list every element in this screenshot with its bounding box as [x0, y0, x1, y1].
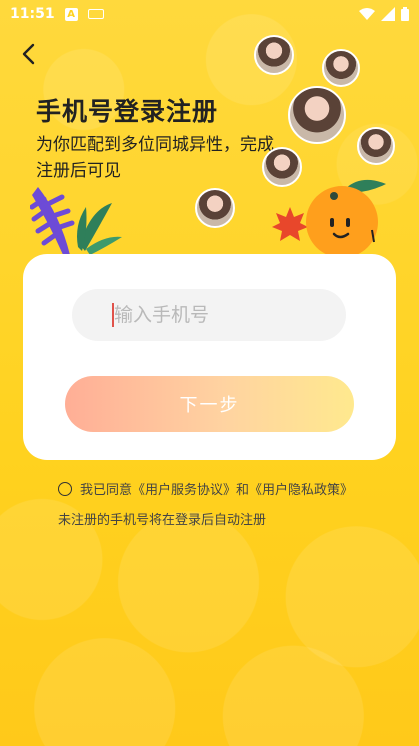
next-button[interactable]: 下一步 — [65, 376, 354, 432]
agree-radio[interactable] — [58, 481, 72, 496]
text-caret — [112, 303, 114, 327]
user-agreement-link[interactable]: 《用户服务协议》 — [132, 479, 236, 498]
status-bar: 11:51 A — [0, 0, 419, 28]
avatar — [322, 49, 360, 87]
signal-icon — [381, 7, 395, 21]
agree-and: 和 — [236, 483, 250, 498]
status-time: 11:51 — [10, 6, 55, 22]
leaf-icon — [30, 187, 122, 257]
avatar — [262, 147, 302, 187]
agree-prefix: 我已同意 — [80, 483, 133, 498]
avatar — [357, 127, 395, 165]
avatar — [195, 188, 235, 228]
back-button[interactable] — [14, 40, 42, 68]
orange-mascot-icon — [306, 179, 386, 258]
page-subtitle: 为你匹配到多位同城异性，完成注册后可见 — [36, 135, 274, 181]
notification-a-icon: A — [64, 7, 78, 21]
privacy-policy-link[interactable]: 《用户隐私政策》 — [249, 479, 353, 498]
back-arrow-icon — [22, 43, 35, 65]
status-right — [359, 7, 409, 21]
avatar — [254, 35, 294, 75]
keyboard-icon — [87, 9, 104, 19]
auto-register-note: 未注册的手机号将在登录后自动注册 — [58, 513, 267, 528]
agreement-row: 我已同意 《用户服务协议》 和 《用户隐私政策》 — [58, 479, 353, 498]
wifi-icon — [359, 8, 375, 20]
battery-icon — [401, 7, 409, 21]
page-title: 手机号登录注册 — [36, 97, 219, 126]
avatar — [288, 86, 346, 144]
